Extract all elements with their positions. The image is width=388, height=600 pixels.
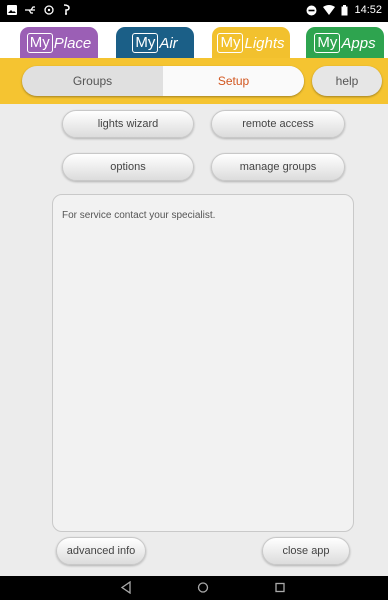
- tab-suffix: Place: [53, 34, 92, 52]
- navigation-bar: [0, 576, 388, 600]
- tab-myapps[interactable]: My Apps: [306, 27, 384, 58]
- tab-suffix: Apps: [341, 34, 376, 52]
- usb-icon: [25, 5, 35, 14]
- tab-suffix: Lights: [244, 34, 285, 52]
- wifi-icon: [323, 5, 336, 15]
- app-tab-bar: My Place My Air My Lights My Apps: [0, 22, 388, 58]
- lights-wizard-button[interactable]: lights wizard: [62, 110, 194, 138]
- tab-prefix: My: [26, 32, 53, 53]
- back-icon[interactable]: [120, 581, 132, 594]
- tab-prefix: My: [314, 32, 341, 53]
- clock: 14:52: [354, 4, 382, 16]
- advanced-info-button[interactable]: advanced info: [56, 537, 146, 565]
- image-notification-icon: [7, 4, 17, 15]
- info-panel: For service contact your specialist.: [52, 194, 354, 532]
- manage-groups-button[interactable]: manage groups: [211, 153, 345, 181]
- battery-icon: [341, 4, 348, 15]
- close-app-button[interactable]: close app: [262, 537, 350, 565]
- remote-access-button[interactable]: remote access: [211, 110, 345, 138]
- tab-suffix: Air: [159, 34, 178, 52]
- tab-setup[interactable]: Setup: [163, 66, 304, 96]
- debug-icon: [63, 4, 70, 15]
- tab-prefix: My: [132, 32, 159, 53]
- do-not-disturb-icon: [306, 5, 317, 15]
- segmented-control: Groups Setup: [22, 66, 304, 96]
- tab-myair[interactable]: My Air: [116, 27, 194, 58]
- tab-mylights[interactable]: My Lights: [212, 27, 290, 58]
- sub-tab-band: Groups Setup help: [0, 58, 388, 104]
- help-button[interactable]: help: [312, 66, 382, 96]
- service-message: For service contact your specialist.: [62, 210, 216, 221]
- tab-myplace[interactable]: My Place: [20, 27, 98, 58]
- tab-groups[interactable]: Groups: [22, 66, 163, 96]
- home-icon[interactable]: [197, 581, 209, 594]
- sync-icon: [44, 4, 54, 15]
- status-bar: 14:52: [0, 0, 388, 22]
- options-button[interactable]: options: [62, 153, 194, 181]
- recents-icon[interactable]: [274, 581, 286, 594]
- tab-prefix: My: [217, 32, 244, 53]
